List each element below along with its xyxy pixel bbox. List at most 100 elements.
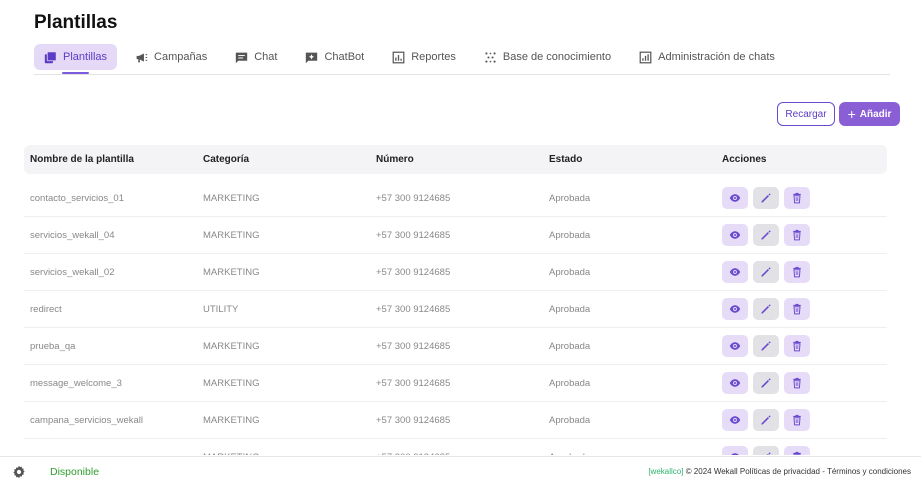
pencil-icon [761,304,771,314]
table-row: prueba_qa MARKETING +57 300 9124685 Apro… [24,328,887,365]
gear-icon[interactable] [12,465,26,479]
cell-status: Aprobada [549,229,591,241]
table-row: redirect UTILITY +57 300 9124685 Aprobad… [24,291,887,328]
delete-button[interactable] [784,298,810,320]
cell-name: prueba_qa [30,340,76,352]
row-actions [716,261,887,283]
pencil-icon [761,267,771,277]
add-button[interactable]: + Añadir [839,102,900,126]
delete-button[interactable] [784,224,810,246]
footer-separator: - [822,467,825,476]
delete-button[interactable] [784,446,810,455]
eye-icon [731,453,739,455]
plus-icon: + [847,106,856,122]
header-status[interactable]: Estado [543,154,716,165]
row-actions [716,224,887,246]
pencil-icon [766,452,771,455]
cell-category: UTILITY [203,303,239,315]
delete-button[interactable] [784,261,810,283]
table-body: contacto_servicios_01 MARKETING +57 300 … [24,180,887,455]
cell-name: contacto_servicios_01 [30,192,124,204]
cell-status: Aprobada [549,303,591,315]
edit-button[interactable] [753,372,779,394]
view-button[interactable] [722,224,748,246]
templates-table: Nombre de la plantilla Categoría Número … [24,145,887,455]
row-actions [716,446,887,455]
tab-chatbot[interactable]: ChatBot [295,44,374,70]
cell-number: +57 300 9124685 [376,303,451,315]
footer-copyright: © 2024 Wekall [685,467,738,476]
tab-plantillas[interactable]: Plantillas [34,44,118,74]
chat-admin-icon [639,51,652,64]
cell-number: +57 300 9124685 [370,452,543,456]
cell-category: MARKETING [203,266,260,278]
delete-button[interactable] [784,409,810,431]
footer-brand: [wekallco] [648,467,684,476]
view-button[interactable] [722,261,748,283]
availability-status[interactable]: Disponible [50,466,99,478]
edit-button[interactable] [753,224,779,246]
tab-base-conocimiento[interactable]: Base de conocimiento [474,44,621,70]
tab-label: ChatBot [324,51,365,63]
edit-button[interactable] [753,446,779,455]
view-button[interactable] [722,335,748,357]
cell-number: +57 300 9124685 [376,414,451,426]
table-row: servicios_wekall_02 MARKETING +57 300 91… [24,254,887,291]
add-button-label: Añadir [859,108,892,120]
tab-campanas[interactable]: Campañas [125,44,217,70]
view-button[interactable] [722,372,748,394]
cell-name: redirect [30,303,62,315]
edit-button[interactable] [753,261,779,283]
eye-icon [729,342,741,350]
delete-button[interactable] [784,372,810,394]
delete-button[interactable] [784,187,810,209]
tab-reportes[interactable]: Reportes [382,44,466,70]
cell-name: message_welcome_3 [30,377,122,389]
trash-icon [793,303,801,315]
view-button[interactable] [722,409,748,431]
cell-name: campana_servicios_wekall [30,414,143,426]
eye-icon [729,194,741,202]
view-button[interactable] [722,187,748,209]
tab-bar: Plantillas Campañas Chat ChatBot Reporte… [34,44,890,75]
eye-icon [729,416,741,424]
pencil-icon [761,193,771,203]
table-row: MARKETING +57 300 9124685 Aprobada [24,439,887,455]
cell-status: Aprobada [549,266,591,278]
tab-label: Administración de chats [658,51,775,63]
table-row: campana_servicios_wekall MARKETING +57 3… [24,402,887,439]
table-row: message_welcome_3 MARKETING +57 300 9124… [24,365,887,402]
edit-button[interactable] [753,335,779,357]
view-button[interactable] [722,446,748,455]
row-actions [716,335,887,357]
view-button[interactable] [722,298,748,320]
edit-button[interactable] [753,409,779,431]
tab-label: Base de conocimiento [502,51,612,63]
delete-button[interactable] [784,335,810,357]
header-number[interactable]: Número [370,154,543,165]
pencil-icon [761,341,771,351]
pencil-icon [761,415,771,425]
edit-button[interactable] [753,187,779,209]
cell-status: Aprobada [549,414,591,426]
cell-number: +57 300 9124685 [376,377,451,389]
cell-name: servicios_wekall_04 [30,229,115,241]
tab-administracion-chats[interactable]: Administración de chats [629,44,785,70]
table-row: servicios_wekall_04 MARKETING +57 300 91… [24,217,887,254]
trash-icon [793,451,801,455]
cell-number: +57 300 9124685 [376,229,451,241]
reload-button[interactable]: Recargar [777,102,835,126]
row-actions [716,298,887,320]
header-name[interactable]: Nombre de la plantilla [24,154,197,165]
eye-icon [729,379,741,387]
cell-category: MARKETING [203,229,260,241]
privacy-link[interactable]: Políticas de privacidad [740,467,820,476]
cell-status: Aprobada [543,452,716,456]
cell-category: MARKETING [203,414,260,426]
terms-link[interactable]: Términos y condiciones [827,467,911,476]
edit-button[interactable] [753,298,779,320]
header-category[interactable]: Categoría [197,154,370,165]
tab-chat[interactable]: Chat [225,44,287,70]
chatbot-icon [305,51,318,64]
row-actions [716,187,887,209]
